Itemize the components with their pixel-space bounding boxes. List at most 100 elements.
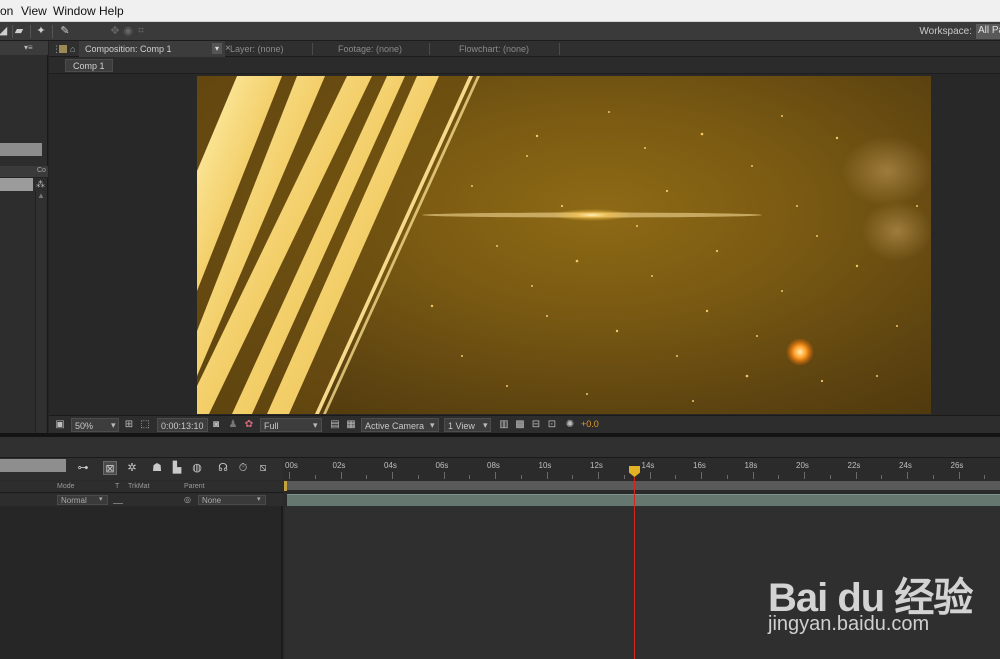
tab-flowchart[interactable]: Flowchart: (none) <box>453 41 563 57</box>
current-time-indicator-line[interactable] <box>634 477 635 659</box>
time-ruler[interactable]: 00s 02s 04s 06s 08s 10s 12s 14s 16s 18s 20s 22s 24s 2… <box>285 458 1000 480</box>
chevron-down-icon[interactable]: ▾ <box>257 495 261 505</box>
project-scrollbar[interactable]: ▲ ▼ <box>35 191 46 461</box>
tab-layer[interactable]: Layer: (none) <box>224 41 314 57</box>
draft-3d-icon[interactable]: ▩ <box>514 419 526 431</box>
ruler-tick-label: 00s <box>285 461 298 470</box>
view-layout-value: 1 View <box>448 421 475 431</box>
comp-mini-flowchart-icon[interactable]: ⊶ <box>76 461 90 475</box>
layer-duration-bar[interactable] <box>287 494 1000 506</box>
axis-view-icon[interactable]: ⌗ <box>134 25 148 38</box>
ruler-minor-tick <box>417 475 419 479</box>
ruler-tick-label: 20s <box>796 461 809 470</box>
menu-item-window[interactable]: Window <box>53 4 96 18</box>
ruler-tick <box>546 472 548 479</box>
draft-3d-toggle-icon[interactable]: ✲ <box>125 461 139 475</box>
work-area-start-handle[interactable] <box>284 481 287 491</box>
ruler-tick-label: 24s <box>899 461 912 470</box>
pin-tool-icon[interactable]: ✎ <box>58 25 72 38</box>
ruler-tick <box>649 472 651 479</box>
always-preview-icon[interactable]: ▣ <box>54 419 66 431</box>
project-item-selected[interactable] <box>0 178 33 191</box>
workspace-select[interactable]: All Pa <box>976 24 1000 39</box>
axis-world-icon[interactable]: ◉ <box>121 25 135 38</box>
ruler-minor-tick <box>314 475 316 479</box>
lock-icon[interactable] <box>59 45 67 53</box>
column-parent[interactable]: Parent <box>184 483 205 490</box>
chevron-down-icon[interactable]: ▾ <box>483 418 488 432</box>
safe-zones-icon[interactable]: ⊞ <box>123 419 135 431</box>
eraser-tool-icon[interactable]: ▰ <box>12 25 26 38</box>
composition-panel: ⋮ ⌂ Composition: Comp 1 ▾ × Layer: (none… <box>49 41 1000 433</box>
rendered-frame <box>197 76 931 414</box>
project-column-label: Co <box>37 167 46 174</box>
frame-blending-icon[interactable]: ▙ <box>170 461 184 475</box>
flowchart-icon[interactable]: ⁂ <box>36 179 45 190</box>
camera-snapshot-icon[interactable]: ◙ <box>210 419 222 431</box>
pixel-aspect-icon[interactable]: ▥ <box>498 419 510 431</box>
menu-item-composition[interactable]: on <box>0 4 13 18</box>
ruler-minor-tick <box>623 475 625 479</box>
chevron-down-icon[interactable]: ▾ <box>99 495 103 505</box>
ruler-tick-label: 22s <box>847 461 861 470</box>
ruler-minor-tick <box>572 475 574 479</box>
parent-select[interactable]: None <box>198 495 266 505</box>
chevron-down-icon[interactable]: ▾ <box>313 418 318 432</box>
column-trkmat[interactable]: TrkMat <box>128 483 150 490</box>
motion-blur-icon[interactable]: ◍ <box>190 461 204 475</box>
show-snapshot-icon[interactable]: ♟ <box>227 419 239 431</box>
chevron-down-icon[interactable]: ▾ <box>430 418 435 432</box>
track-matte-indicator[interactable] <box>113 496 123 504</box>
region-of-interest-icon[interactable]: ⬚ <box>139 419 151 431</box>
glowing-orb <box>786 338 814 366</box>
menu-item-help[interactable]: Help <box>99 4 124 18</box>
puppet-tool-icon[interactable]: ✦ <box>34 25 48 38</box>
chevron-down-icon[interactable]: ▾ <box>212 43 222 54</box>
breadcrumb-comp[interactable]: Comp 1 <box>65 59 113 72</box>
ruler-tick-label: 16s <box>693 461 706 470</box>
ruler-tick <box>907 472 908 479</box>
ruler-tick-label: 08s <box>487 461 500 470</box>
brush-tool-icon[interactable]: ◢ <box>0 25 10 38</box>
brainstorm-icon[interactable]: ☊ <box>216 461 230 475</box>
timeline-icon[interactable]: ⊟ <box>530 419 542 431</box>
menu-item-view[interactable]: View <box>21 4 47 18</box>
camera-select[interactable]: Active Camera <box>361 418 439 432</box>
exposure-icon[interactable]: ✺ <box>564 419 576 431</box>
ruler-tick-label: 04s <box>384 461 397 470</box>
chevron-down-icon[interactable]: ▾ <box>111 418 116 432</box>
viewer-tab-row: ⋮ ⌂ Composition: Comp 1 ▾ × Layer: (none… <box>49 41 1000 57</box>
comp-flowchart-icon[interactable]: ⊡ <box>546 419 558 431</box>
panel-menu-icon[interactable]: ▾≡ <box>24 43 33 52</box>
column-mode[interactable]: Mode <box>57 483 75 490</box>
axis-local-icon[interactable]: ✥ <box>108 25 122 38</box>
composition-viewer[interactable] <box>197 76 931 414</box>
ruler-tick <box>598 472 599 479</box>
live-update-icon[interactable]: ⊠ <box>103 461 117 475</box>
comp-lock-icon[interactable]: ⌂ <box>70 44 75 54</box>
timecode-value: 0:00:13:10 <box>161 421 204 431</box>
fast-previews-icon[interactable]: ▤ <box>329 419 341 431</box>
tab-footage[interactable]: Footage: (none) <box>332 41 432 57</box>
color-channel-icon[interactable]: ✿ <box>243 419 255 431</box>
pick-whip-icon[interactable]: ◎ <box>184 495 191 505</box>
timeline-search-field[interactable] <box>0 459 66 472</box>
hide-shy-layers-icon[interactable]: ☗ <box>150 461 164 475</box>
ruler-tick <box>804 472 805 479</box>
ruler-minor-tick <box>829 475 831 479</box>
transparency-grid-icon[interactable]: ▦ <box>345 419 357 431</box>
ruler-tick <box>392 472 393 479</box>
layer-row[interactable]: Normal ▾ ◎ None ▾ <box>0 494 283 506</box>
timecode-field[interactable]: 0:00:13:10 <box>157 418 208 432</box>
graph-editor-icon[interactable]: ⧅ <box>256 461 270 475</box>
project-search-field[interactable] <box>0 143 42 156</box>
parent-value: None <box>202 496 222 505</box>
scroll-up-icon[interactable]: ▲ <box>37 191 45 200</box>
auto-keyframe-icon[interactable]: ⏱ <box>236 461 250 475</box>
particles <box>430 111 918 402</box>
work-area-bar[interactable] <box>287 481 1000 490</box>
column-t[interactable]: T <box>115 483 119 490</box>
tab-composition[interactable]: Composition: Comp 1 ▾ × <box>79 41 231 57</box>
exposure-value[interactable]: +0.0 <box>581 419 599 429</box>
tools-toolbar: ◢ ▰ ✦ ✎ ✥ ◉ ⌗ Workspace: All Pa <box>0 22 1000 41</box>
